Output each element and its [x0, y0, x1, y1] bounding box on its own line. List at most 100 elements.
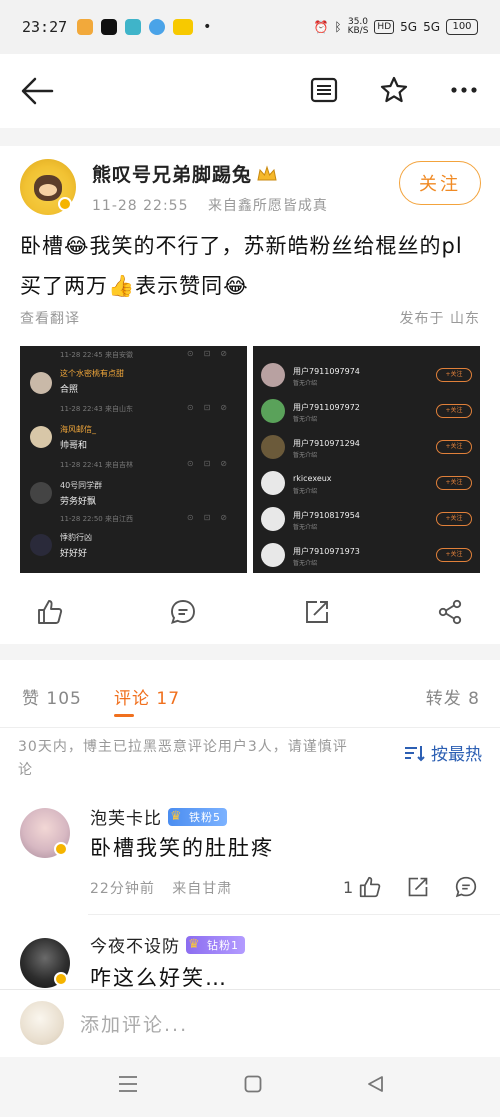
- sort-button[interactable]: 按最热: [403, 740, 482, 765]
- fan-crown-icon: ♛: [188, 936, 201, 952]
- image-comment-meta: 11-28 22:50 来自江西: [60, 515, 133, 523]
- active-tab-indicator: [114, 714, 134, 717]
- tab-reposts[interactable]: 转发 8: [426, 684, 480, 709]
- image-user-row: 用户7910817954 暂无介绍 +关注: [253, 502, 480, 538]
- image-user-name: 用户7910971294: [293, 439, 360, 448]
- fan-badge-label: 铁粉5: [189, 810, 221, 824]
- image-avatar: [261, 435, 285, 459]
- comment-author[interactable]: 泡芙卡比 ♛ 铁粉5: [90, 804, 227, 829]
- image-comment-meta: 11-28 22:43 来自山东: [60, 405, 133, 413]
- post-location: 发布于 山东: [399, 311, 480, 327]
- comment-author-name: 泡芙卡比: [90, 809, 162, 829]
- more-dots-icon[interactable]: [450, 86, 478, 94]
- comment-reply-icon[interactable]: [455, 876, 477, 898]
- author-name[interactable]: 熊叹号兄弟脚踢兔: [92, 160, 278, 187]
- tiktok-app-icon: [101, 19, 118, 35]
- back-button[interactable]: [20, 76, 54, 106]
- image-comment-actions: ⊙⊡⊘: [186, 403, 237, 412]
- image-user-sub: 暂无介绍: [293, 524, 318, 531]
- fan-badge: ♛ 铁粉5: [168, 807, 227, 826]
- chat-app-icon: [125, 19, 142, 35]
- image-avatar: [261, 507, 285, 531]
- comment-text: 咋这么好笑…: [90, 966, 228, 989]
- fan-crown-icon: ♛: [170, 808, 183, 824]
- menu-nav-icon[interactable]: [118, 1075, 138, 1093]
- repost-icon[interactable]: [304, 599, 330, 625]
- post-time: 11-28 22:55: [92, 198, 189, 214]
- image-comment-actions: ⊙⊡⊘: [186, 349, 237, 358]
- image-user-sub: 暂无介绍: [293, 416, 318, 423]
- top-nav-bar: [0, 54, 500, 128]
- image-comment-meta: 11-28 22:41 来自吉林: [60, 461, 133, 469]
- post-tabs: 赞 105 评论 17 转发 8: [0, 660, 500, 728]
- image-avatar: [261, 363, 285, 387]
- post-image-right[interactable]: 用户7911097974 暂无介绍 +关注 用户7911097972 暂无介绍 …: [253, 346, 480, 573]
- verified-badge-icon: [54, 972, 68, 986]
- post-image-left[interactable]: 11-28 22:45 来自安徽 ⊙⊡⊘ 这个水密桃有点甜 合照 11-28 2…: [20, 346, 247, 573]
- image-comment-text: 合照: [60, 385, 79, 395]
- fan-badge-label: 钻粉1: [207, 938, 239, 952]
- comment-source: 来自甘肃: [172, 881, 233, 897]
- home-nav-icon[interactable]: [244, 1075, 262, 1093]
- post-text: 卧槽😂我笑的不行了，苏新皓粉丝给棍丝的pl买了两万👍表示赞同😂: [20, 234, 463, 298]
- image-user-sub: 暂无介绍: [293, 380, 318, 387]
- image-comment-text: 好好好: [60, 549, 88, 559]
- comment-author-name: 今夜不设防: [90, 937, 180, 957]
- verified-badge-icon: [54, 842, 68, 856]
- net-speed: 35.0 KB/S: [348, 18, 369, 36]
- image-user-name: 用户7911097972: [293, 403, 360, 412]
- image-comment-name: 悸豹行凶: [60, 533, 92, 542]
- post-source: 来自鑫所愿皆成真: [207, 198, 328, 214]
- image-avatar: [30, 372, 52, 394]
- comment-author[interactable]: 今夜不设防 ♛ 钻粉1: [90, 932, 245, 957]
- alarm-icon: ⏰: [313, 20, 329, 34]
- translate-link[interactable]: 查看翻译: [20, 308, 80, 328]
- image-comment-meta: 11-28 22:45 来自安徽: [60, 351, 133, 359]
- tab-likes[interactable]: 赞 105: [22, 684, 82, 709]
- add-comment-input[interactable]: 添加评论...: [80, 1010, 188, 1037]
- image-comment-name: 40号同学群: [60, 481, 103, 490]
- image-user-name: 用户7910817954: [293, 511, 360, 520]
- image-user-sub: 暂无介绍: [293, 488, 318, 495]
- my-avatar: [20, 1001, 64, 1045]
- post-card: 熊叹号兄弟脚踢兔 11-28 22:55 来自鑫所愿皆成真 关注 卧槽😂我笑的不…: [0, 146, 500, 644]
- notification-dot-icon: •: [203, 19, 212, 35]
- blacklist-notice: 30天内，博主已拉黑恶意评论用户3人，请谨慎评论: [18, 739, 348, 778]
- status-right: ⏰ ᛒ 35.0 KB/S HD 5G 5G 100: [313, 18, 478, 36]
- image-follow-btn: +关注: [436, 404, 472, 418]
- follow-button[interactable]: 关注: [399, 161, 481, 205]
- image-user-row: 用户7910971294 暂无介绍 +关注: [253, 430, 480, 466]
- net-speed-unit: KB/S: [347, 26, 369, 36]
- comment-time: 22分钟前: [90, 881, 155, 897]
- image-comment-actions: ⊙⊡⊘: [186, 459, 237, 468]
- image-follow-btn: +关注: [436, 476, 472, 490]
- tab-comments[interactable]: 评论 17: [114, 684, 180, 709]
- comment-like-count: 1: [343, 877, 354, 897]
- image-user-row: 用户7911097974 暂无介绍 +关注: [253, 358, 480, 394]
- battery-indicator: 100: [446, 19, 478, 35]
- fan-badge: ♛ 钻粉1: [186, 935, 245, 954]
- image-avatar: [261, 471, 285, 495]
- image-avatar: [30, 426, 52, 448]
- image-comment-name: 这个水密桃有点甜: [60, 369, 124, 378]
- back-arrow-icon: [21, 77, 54, 105]
- comment-repost-icon[interactable]: [407, 876, 429, 898]
- comment-like-icon[interactable]: [359, 876, 381, 898]
- image-avatar: [261, 543, 285, 567]
- menu-list-icon[interactable]: [310, 77, 338, 103]
- bluetooth-icon: ᛒ: [334, 20, 342, 34]
- star-icon[interactable]: [380, 76, 408, 104]
- comment-text: 卧槽我笑的肚肚疼: [90, 836, 274, 860]
- image-avatar: [261, 399, 285, 423]
- signal-2: 5G: [423, 20, 440, 34]
- image-follow-btn: +关注: [436, 512, 472, 526]
- share-icon[interactable]: [437, 599, 463, 625]
- image-user-name: rkicexeux: [293, 474, 332, 483]
- like-icon[interactable]: [37, 599, 63, 625]
- image-follow-btn: +关注: [436, 548, 472, 562]
- back-nav-icon[interactable]: [366, 1075, 384, 1093]
- sort-label: 按最热: [431, 745, 482, 765]
- comments-section: 赞 105 评论 17 转发 8 30天内，博主已拉黑恶意评论用户3人，请谨慎评…: [0, 660, 500, 989]
- comment-icon[interactable]: [170, 599, 196, 625]
- image-user-name: 用户7911097974: [293, 367, 360, 376]
